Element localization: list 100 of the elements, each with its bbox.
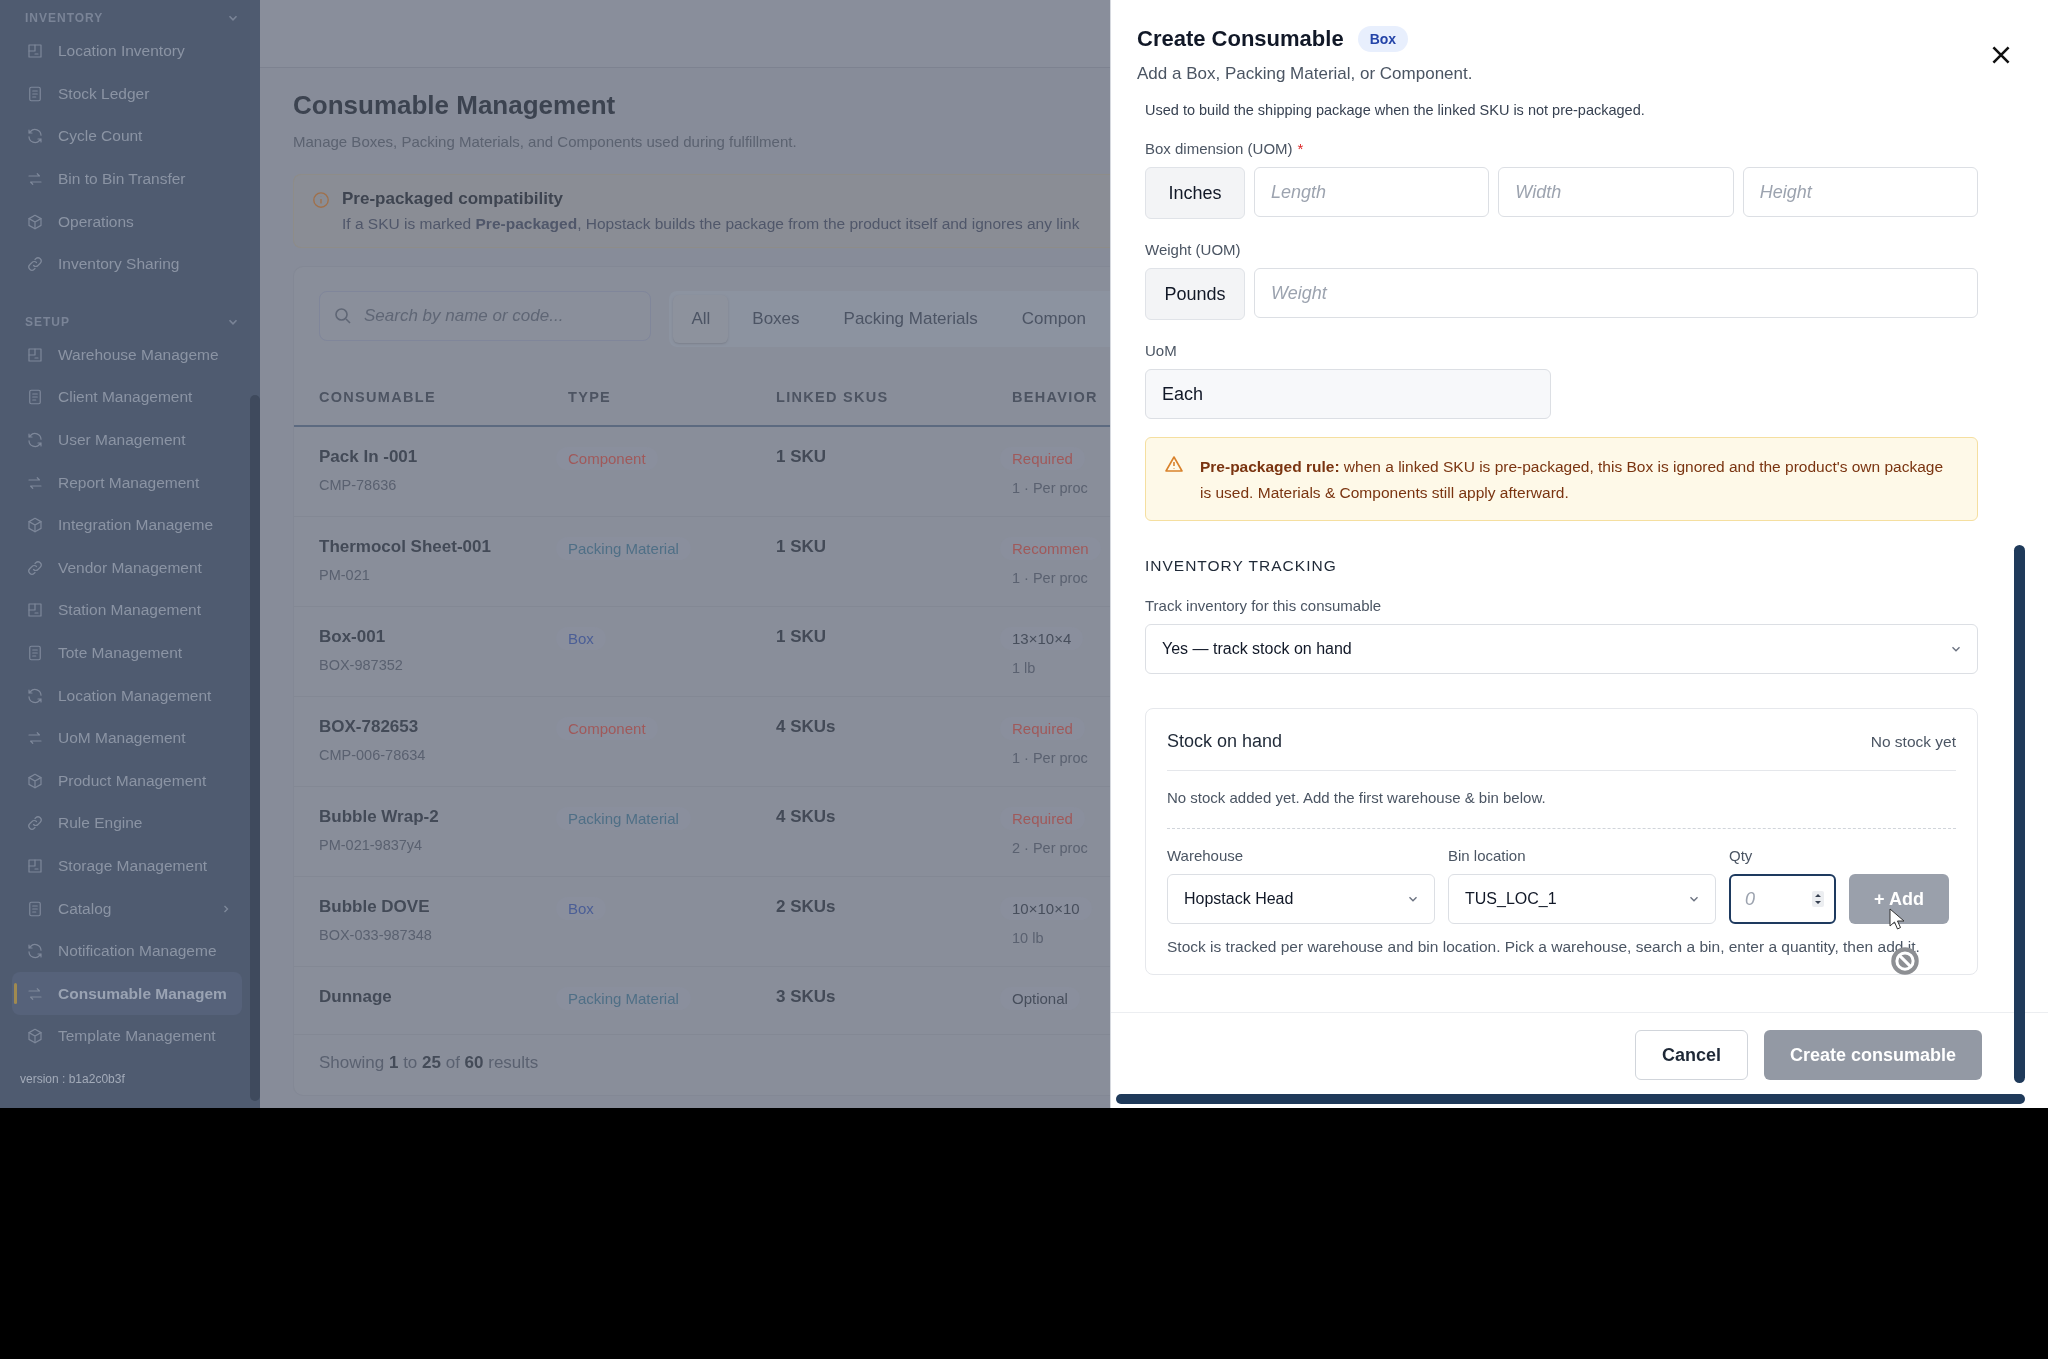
column-header: LINKED SKUS [776,389,890,405]
nav-item[interactable]: Integration Manageme [12,503,242,547]
field-label: UoM [1145,342,1178,359]
nav-item[interactable]: Location Management [12,674,242,717]
filter-tab[interactable]: All [673,295,729,343]
field-label: Box dimension (UOM) * [1145,140,1305,157]
field-label: Warehouse [1167,847,1245,864]
nav-icon [26,942,44,961]
column-header: BEHAVIOR [1012,389,1099,405]
stepper-icon[interactable] [1812,891,1824,907]
warning-icon [1164,454,1184,474]
nav-icon [26,644,44,662]
nav-item[interactable]: Notification Manageme [12,929,242,973]
nav-item[interactable]: Vendor Management [12,546,242,590]
consumable-name: Dunnage [319,987,393,1007]
linked-skus: 4 SKUs [776,717,836,736]
info-icon [312,191,330,209]
drawer-subtitle: Add a Box, Packing Material, or Component. [1137,64,1473,84]
input-field[interactable]: Height [1742,167,1978,217]
consumable-name: BOX-782653 [319,717,420,737]
nav-item[interactable]: Template Management [12,1015,242,1058]
filter-tab[interactable]: Packing Materials [823,295,998,343]
warning-text: Pre-packaged rule: when a linked SKU is pre-packaged, this Box is ignored and the product's own package is used. Materials & Components still apply afterward. [1200,457,1945,503]
linked-skus: 3 SKUs [776,987,836,1006]
linked-skus: 1 SKU [776,447,827,466]
scrollbar[interactable] [1116,1094,2025,1104]
input-field[interactable]: Width [1498,167,1734,217]
input-field[interactable]: Length [1254,167,1490,217]
nav-item[interactable]: Rule Engine [12,802,242,845]
linked-skus: 1 SKU [776,627,827,646]
nav-icon [26,686,44,705]
bin-select[interactable]: TUS_LOC_1 [1448,874,1716,924]
version-label: version : b1a2c0b3f [19,1071,126,1086]
field-label: Track inventory for this consumable [1145,597,1383,614]
warehouse-select[interactable]: Hopstack Head [1167,874,1435,924]
linked-skus: 4 SKUs [776,807,836,826]
consumable-name: Pack In -001 [319,447,419,467]
notice-title: Pre-packaged compatibility [342,189,565,209]
nav-item[interactable]: Operations [12,200,242,243]
nav-item[interactable]: Storage Management [12,844,242,888]
filter-tab[interactable]: Compon [1001,295,1106,343]
page-title: Consumable Management [293,90,617,121]
nav-item[interactable]: Station Management [12,589,242,632]
nav-icon [26,899,44,918]
linked-skus: 2 SKUs [776,897,836,916]
nav-item[interactable]: Cycle Count [12,115,242,158]
scrollbar[interactable] [250,395,260,1101]
consumable-name: Thermocol Sheet-001 [319,537,492,557]
unit-label: Pounds [1145,268,1245,320]
nav-icon [26,771,44,790]
drawer-title: Create Consumable [1137,26,1344,52]
nav-item[interactable]: UoM Management [12,716,242,760]
field-label: Weight (UOM) [1145,241,1242,258]
scrollbar[interactable] [2014,545,2025,1083]
filter-tab[interactable]: Boxes [732,295,820,343]
nav-icon [26,255,44,274]
section-heading: INVENTORY TRACKING [1145,557,1338,575]
cursor-icon [1889,908,1905,930]
nav-icon [26,212,44,231]
card-title: Stock on hand [1167,731,1283,752]
nav-item[interactable]: Bin to Bin Transfer [12,157,242,201]
nav-item[interactable]: User Management [12,418,242,462]
nav-icon [26,857,44,875]
uom-field[interactable]: Each [1145,369,1551,419]
field-label: Qty [1729,847,1754,864]
search-icon [333,306,353,326]
nav-icon [26,516,44,535]
nav-item[interactable]: Stock Ledger [12,72,242,116]
column-header: CONSUMABLE [319,389,437,405]
nav-item[interactable]: Warehouse Manageme [12,333,242,377]
nav-icon [26,814,44,833]
select-field[interactable]: Yes — track stock on hand [1145,624,1978,674]
nav-item[interactable]: Product Management [12,759,242,803]
nav-icon [26,431,44,450]
input-field[interactable]: Weight [1254,268,1978,318]
nav-item[interactable]: Client Management [12,376,242,419]
nav-icon [26,345,44,364]
stock-status: No stock yet [1870,732,1956,751]
nav-item[interactable]: Catalog [12,887,242,930]
quantity-field[interactable]: 0 [1729,874,1836,924]
nav-item[interactable]: Location Inventory [12,30,242,73]
nav-item[interactable]: Inventory Sharing [12,242,242,286]
nav-icon [26,388,44,407]
nav-icon [26,558,44,577]
nav-item[interactable]: Tote Management [12,631,242,675]
notice-text: If a SKU is marked Pre-packaged, Hopstack builds the package from the product itself and ignores any link [342,215,1080,233]
section-description: Used to build the shipping package when the linked SKU is not pre-packaged. [1145,102,1646,118]
nav-icon [26,1027,44,1046]
nav-icon [26,127,44,146]
consumable-name: Bubble Wrap-2 [319,807,440,827]
consumable-name: Bubble DOVE [319,897,431,917]
nav-icon [26,42,44,61]
nav-icon [26,84,44,103]
consumable-name: Box-001 [319,627,387,647]
cancel-button[interactable]: Cancel [1634,1030,1748,1080]
nav-item[interactable]: Report Management [12,461,242,504]
type-badge: Box [1357,26,1409,52]
unit-label: Inches [1145,167,1245,219]
empty-message: No stock added yet. Add the first warehouse & bin below. [1167,771,1956,829]
nav-item[interactable]: Consumable Managem [12,972,242,1016]
